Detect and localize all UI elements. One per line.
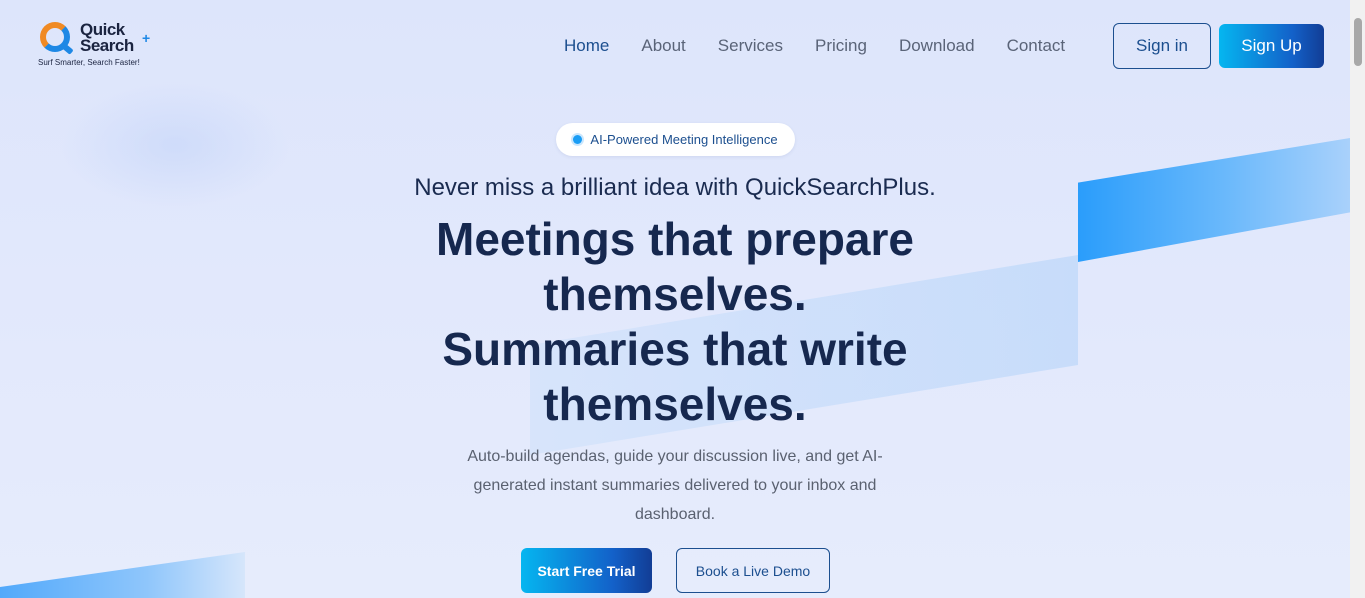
headline-line-3: Summaries that write xyxy=(442,323,908,375)
hero-headline: Meetings that prepare themselves. Summar… xyxy=(375,212,975,432)
page: Quick Search + Surf Smarter, Search Fast… xyxy=(0,0,1350,598)
hero-badge-text: AI-Powered Meeting Intelligence xyxy=(590,132,778,147)
book-live-demo-button[interactable]: Book a Live Demo xyxy=(676,548,830,593)
sign-in-button[interactable]: Sign in xyxy=(1113,23,1211,69)
headline-line-1: Meetings that prepare xyxy=(436,213,914,265)
headline-line-2: themselves. xyxy=(543,268,807,320)
logo-tagline: Surf Smarter, Search Faster! xyxy=(38,58,140,67)
sign-up-button[interactable]: Sign Up xyxy=(1219,24,1324,68)
scrollbar-thumb[interactable] xyxy=(1354,18,1362,66)
headline-line-4: themselves. xyxy=(543,378,807,430)
hero-badge: AI-Powered Meeting Intelligence xyxy=(556,123,795,156)
main-nav: Home About Services Pricing Download Con… xyxy=(564,36,1065,56)
page-scrollbar[interactable] xyxy=(1350,0,1365,598)
brand-logo[interactable]: Quick Search + Surf Smarter, Search Fast… xyxy=(38,20,158,72)
logo-q-tail xyxy=(61,43,74,55)
badge-dot-icon xyxy=(573,135,583,144)
nav-about[interactable]: About xyxy=(641,36,685,56)
nav-download[interactable]: Download xyxy=(899,36,975,56)
hero-tagline: Never miss a brilliant idea with QuickSe… xyxy=(414,174,936,201)
nav-pricing[interactable]: Pricing xyxy=(815,36,867,56)
logo-word-search: Search xyxy=(80,36,134,55)
start-free-trial-button[interactable]: Start Free Trial xyxy=(521,548,652,593)
decorative-stripe-bottom-left xyxy=(0,552,245,598)
nav-services[interactable]: Services xyxy=(718,36,783,56)
logo-plus-icon: + xyxy=(142,30,151,46)
nav-home[interactable]: Home xyxy=(564,36,609,56)
nav-contact[interactable]: Contact xyxy=(1007,36,1066,56)
hero-description: Auto-build agendas, guide your discussio… xyxy=(467,448,883,523)
